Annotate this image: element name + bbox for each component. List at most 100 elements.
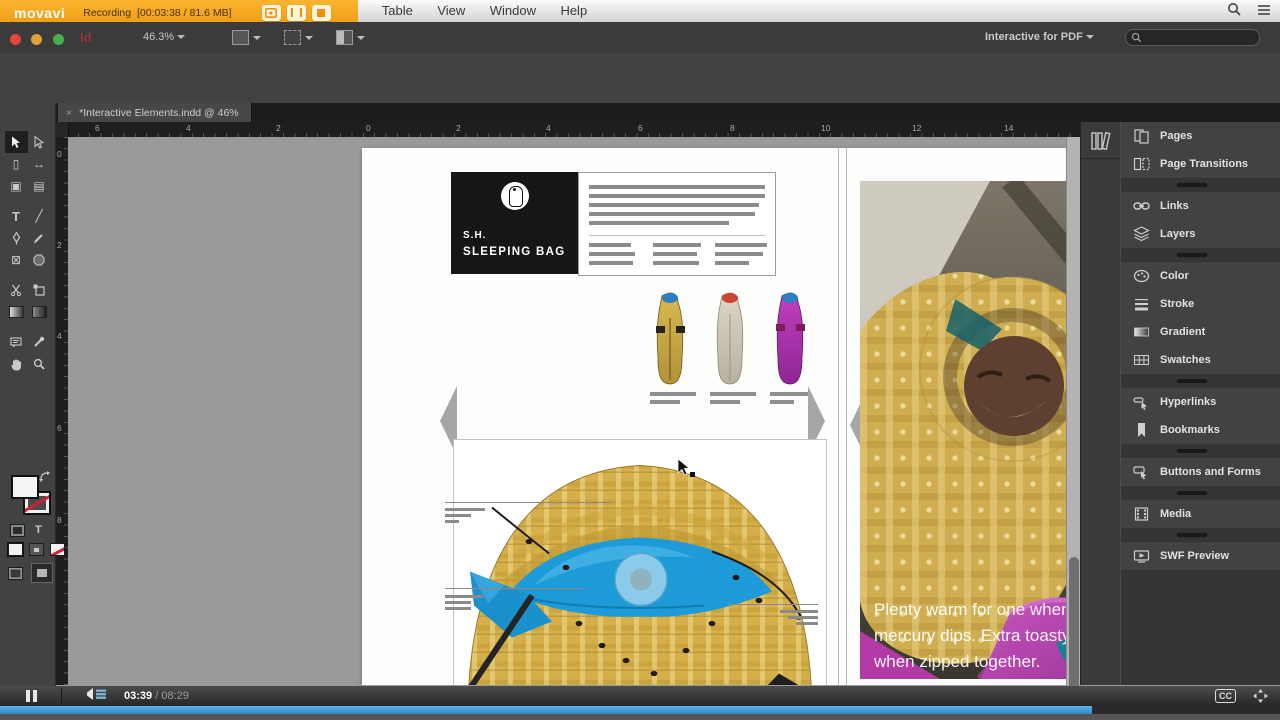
zoom-level-dropdown[interactable]: 46.3%: [143, 31, 186, 43]
ruler-origin-corner[interactable]: [55, 122, 69, 138]
vertical-ruler[interactable]: 0 2 4 6 8: [55, 137, 68, 685]
product-thumbnails[interactable]: [642, 288, 822, 408]
view-options-button[interactable]: [232, 30, 261, 45]
horizontal-ruler[interactable]: 6 4 2 0 2 4 6 8 10 12 14: [55, 122, 1080, 137]
panel-buttons-and-forms[interactable]: Buttons and Forms: [1121, 458, 1280, 486]
document-tab[interactable]: × *Interactive Elements.indd @ 46%: [58, 103, 252, 122]
eyedropper-tool[interactable]: [28, 331, 51, 353]
slideshow-frame[interactable]: [453, 439, 827, 685]
gradient-swatch-tool[interactable]: [5, 301, 28, 323]
dock-group-divider[interactable]: [1121, 374, 1280, 388]
swf-preview-icon: [1133, 550, 1150, 563]
stop-recording-button[interactable]: [311, 4, 331, 21]
gradient-feather-tool[interactable]: [28, 301, 51, 323]
panel-links[interactable]: Links: [1121, 192, 1280, 220]
minimize-window-button[interactable]: [31, 34, 43, 45]
zoom-window-button[interactable]: [52, 34, 64, 45]
webcam-icon: [265, 7, 278, 18]
player-progress-track[interactable]: [0, 706, 1280, 714]
page-tool[interactable]: ▯: [5, 153, 28, 175]
content-placer-tool[interactable]: ▤: [28, 175, 51, 197]
vertical-scrollbar[interactable]: [1066, 137, 1081, 720]
library-books-icon: [1091, 131, 1111, 151]
document-tab-title: *Interactive Elements.indd @ 46%: [79, 106, 239, 119]
panel-layers[interactable]: Layers: [1121, 220, 1280, 248]
photo-caption-line3: when zipped together.: [873, 652, 1040, 671]
pages-icon: [1134, 129, 1149, 144]
gradient-icon: [8, 306, 24, 318]
content-collector-tool[interactable]: ▣: [5, 175, 28, 197]
volume-icon: [87, 687, 106, 700]
swap-fill-stroke-icon[interactable]: [39, 471, 51, 483]
dock-group-divider[interactable]: [1121, 486, 1280, 500]
selection-tool[interactable]: [4, 131, 28, 153]
close-tab-button[interactable]: ×: [66, 107, 72, 119]
menu-window[interactable]: Window: [480, 0, 546, 18]
menu-help[interactable]: Help: [550, 0, 597, 18]
panel-swatches[interactable]: Swatches: [1121, 346, 1280, 374]
pencil-tool[interactable]: [28, 227, 51, 249]
panel-stroke[interactable]: Stroke: [1121, 290, 1280, 318]
panel-swf-preview[interactable]: SWF Preview: [1121, 542, 1280, 570]
panel-media[interactable]: Media: [1121, 500, 1280, 528]
direct-selection-tool[interactable]: [28, 131, 51, 153]
library-panel-button[interactable]: [1090, 130, 1112, 157]
panel-pages[interactable]: Pages: [1121, 122, 1280, 150]
dock-icon-strip: [1080, 122, 1121, 685]
closed-captions-button[interactable]: CC: [1215, 689, 1236, 703]
document-canvas[interactable]: S.H. SLEEPING BAG Plenty warm for one wh…: [68, 137, 1066, 685]
scissors-tool[interactable]: [5, 279, 28, 301]
screen-mode-button[interactable]: [284, 30, 313, 45]
page-divider: [838, 148, 839, 685]
type-tool[interactable]: T: [5, 205, 28, 227]
photo-caption-line2: mercury dips. Extra toasty for tw: [874, 626, 1066, 645]
view-options-icon: [232, 30, 249, 45]
media-icon: [1134, 507, 1149, 521]
apply-none-button[interactable]: [50, 543, 65, 556]
panel-bookmarks[interactable]: Bookmarks: [1121, 416, 1280, 444]
player-pause-button[interactable]: [26, 690, 37, 702]
normal-view-mode-button[interactable]: [8, 566, 23, 580]
apply-gradient-button[interactable]: [29, 543, 44, 556]
arrange-documents-button[interactable]: [336, 30, 365, 45]
rectangle-frame-tool[interactable]: ⊠: [5, 249, 28, 271]
formatting-affects-text-button[interactable]: T: [35, 524, 42, 537]
panel-gradient[interactable]: Gradient: [1121, 318, 1280, 346]
chevron-down-icon: [305, 35, 313, 40]
preview-mode-button[interactable]: [31, 563, 53, 583]
bottom-strip: [0, 714, 1280, 720]
hand-tool[interactable]: [5, 353, 28, 375]
stroke-lines-icon: [1135, 299, 1148, 311]
shape-tool[interactable]: [28, 249, 51, 271]
close-window-button[interactable]: [10, 34, 21, 45]
menu-view[interactable]: View: [427, 0, 475, 18]
spotlight-search-icon[interactable]: [1227, 2, 1242, 22]
dock-group-divider[interactable]: [1121, 528, 1280, 542]
note-tool[interactable]: [5, 331, 28, 353]
workspace-switcher[interactable]: Interactive for PDF: [985, 31, 1094, 43]
free-transform-tool[interactable]: [28, 279, 51, 301]
buttons-forms-icon: [1133, 466, 1147, 480]
fill-proxy-swatch[interactable]: [11, 475, 39, 499]
pen-tool[interactable]: [5, 227, 28, 249]
panel-page-transitions[interactable]: Page Transitions: [1121, 150, 1280, 178]
panel-hyperlinks[interactable]: Hyperlinks: [1121, 388, 1280, 416]
search-input[interactable]: [1125, 29, 1260, 46]
links-chain-icon: [1133, 202, 1150, 210]
pause-recording-button[interactable]: [286, 4, 306, 21]
dock-group-divider[interactable]: [1121, 444, 1280, 458]
dock-group-divider[interactable]: [1121, 248, 1280, 262]
brand-logo-block: S.H. SLEEPING BAG: [451, 172, 578, 274]
notification-center-icon[interactable]: [1256, 3, 1272, 22]
panel-color[interactable]: Color: [1121, 262, 1280, 290]
gap-tool[interactable]: ↔: [28, 153, 51, 175]
formatting-affects-container-button[interactable]: [10, 524, 25, 537]
zoom-tool[interactable]: [28, 353, 51, 375]
dock-group-divider[interactable]: [1121, 178, 1280, 192]
line-tool[interactable]: ╱: [28, 205, 51, 227]
menu-table[interactable]: Table: [372, 0, 423, 18]
webcam-button[interactable]: [261, 4, 281, 21]
apply-color-button[interactable]: [7, 542, 24, 557]
player-volume-button[interactable]: [84, 687, 110, 706]
note-icon: [10, 337, 22, 348]
